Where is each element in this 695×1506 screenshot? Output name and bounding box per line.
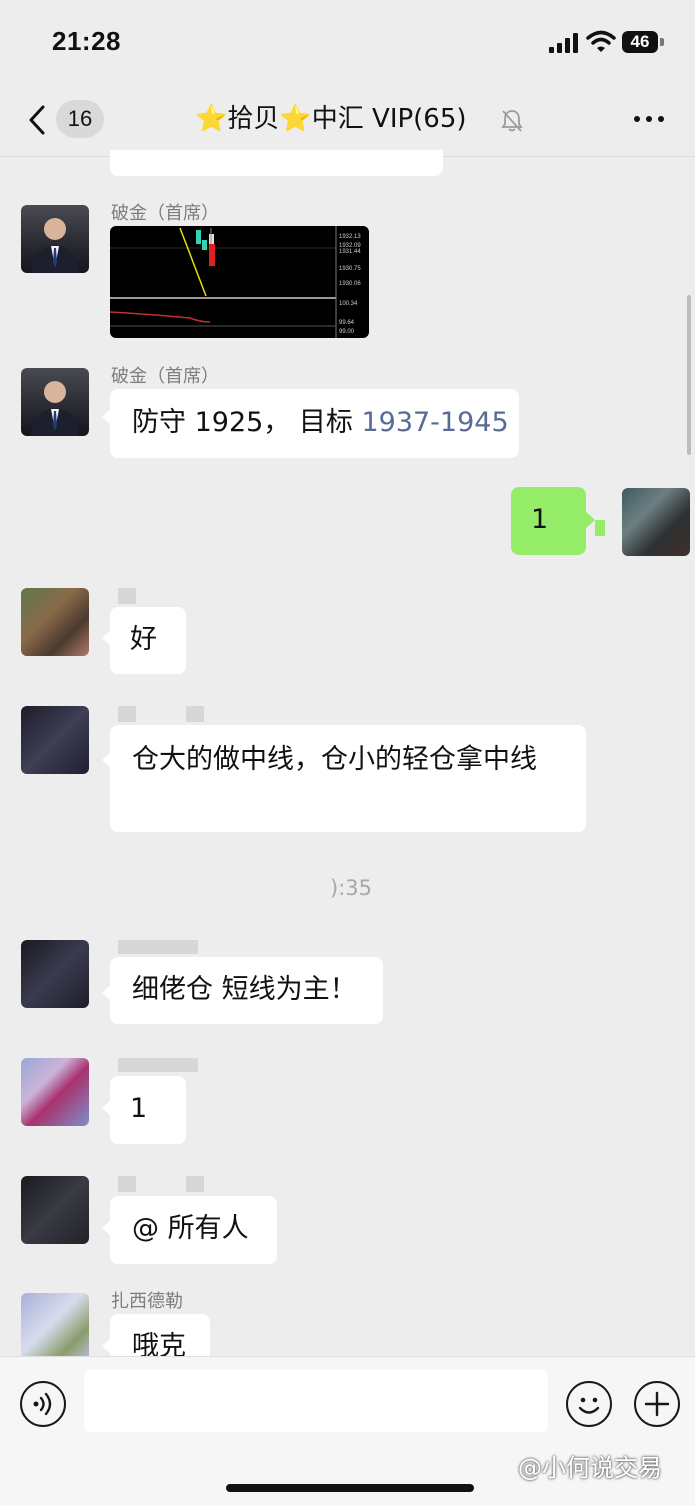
message-bubble[interactable]: @ 所有人 bbox=[110, 1196, 277, 1264]
avatar-member[interactable] bbox=[21, 1176, 89, 1244]
sender-name-blurred bbox=[118, 1176, 136, 1192]
avatar-self[interactable] bbox=[622, 488, 690, 556]
wifi-icon bbox=[586, 30, 616, 52]
bubble-tail bbox=[586, 512, 595, 528]
chat-title-part1: 拾贝 bbox=[227, 104, 280, 134]
chart-price-label: 100.34 bbox=[339, 301, 358, 307]
sender-name-blurred bbox=[186, 1176, 204, 1192]
plus-icon bbox=[644, 1391, 670, 1417]
person-silhouette-icon bbox=[31, 218, 79, 273]
sender-name-blurred bbox=[118, 706, 136, 722]
message-bubble-self[interactable]: 1 bbox=[511, 487, 586, 555]
sender-name-blurred bbox=[186, 706, 204, 722]
message-link-text[interactable]: 1937-1945 bbox=[361, 407, 508, 438]
chat-title: ⭐拾贝⭐中汇 VIP(65) bbox=[195, 100, 467, 138]
avatar-member[interactable] bbox=[21, 588, 89, 656]
watermark: @小何说交易 bbox=[518, 1454, 662, 1482]
cellular-signal-icon bbox=[549, 33, 581, 53]
avatar-member[interactable] bbox=[21, 1058, 89, 1126]
emoji-button[interactable] bbox=[566, 1381, 612, 1427]
person-silhouette-icon bbox=[31, 381, 79, 436]
sender-name: 破金（首席） bbox=[111, 366, 219, 387]
avatar-zhaxidele[interactable] bbox=[21, 1293, 89, 1361]
chat-title-part2: 中汇 VIP(65) bbox=[311, 104, 467, 134]
chart-price-label: 1930.75 bbox=[339, 266, 361, 272]
avatar-member[interactable] bbox=[21, 940, 89, 1008]
message-bubble[interactable]: 防守 1925， 目标 1937-1945 bbox=[110, 389, 519, 458]
message-text: 好 bbox=[130, 624, 157, 655]
chart-price-label: 1930.06 bbox=[339, 281, 361, 287]
battery-tip bbox=[660, 38, 664, 46]
blank-gap bbox=[595, 520, 605, 536]
scrollbar[interactable] bbox=[687, 295, 691, 455]
sender-name-blurred bbox=[118, 1058, 198, 1072]
smiley-icon bbox=[578, 1397, 600, 1414]
avatar-pojin[interactable] bbox=[21, 205, 89, 273]
status-time: 21:28 bbox=[52, 26, 121, 56]
avatar-pojin[interactable] bbox=[21, 368, 89, 436]
message-input[interactable] bbox=[84, 1370, 548, 1432]
chart-price-label: 1932.13 bbox=[339, 234, 361, 240]
partial-message-bubble bbox=[110, 150, 443, 176]
star-icon: ⭐ bbox=[279, 104, 312, 134]
message-text: 1 bbox=[130, 1093, 148, 1124]
message-text: @ 所有人 bbox=[132, 1213, 249, 1244]
battery-icon: 46 bbox=[622, 31, 658, 53]
mute-bell-icon bbox=[501, 110, 523, 132]
message-bubble[interactable]: 仓大的做中线，仓小的轻仓拿中线 bbox=[110, 725, 586, 832]
star-icon: ⭐ bbox=[195, 104, 228, 134]
chart-image-message[interactable]: 1932.13 1932.09 1931.44 1930.75 1930.06 … bbox=[110, 226, 369, 338]
message-bubble[interactable]: 细佬仓 短线为主！ bbox=[110, 957, 383, 1024]
sender-name-blurred bbox=[118, 940, 198, 954]
message-bubble[interactable]: 好 bbox=[110, 607, 186, 674]
message-text: 1 bbox=[531, 504, 549, 535]
sender-name-blurred bbox=[118, 588, 136, 604]
chart-price-label: 1931.44 bbox=[339, 249, 361, 255]
sender-name: 破金（首席） bbox=[111, 203, 219, 224]
avatar-member[interactable] bbox=[21, 706, 89, 774]
voice-icon bbox=[33, 1392, 52, 1416]
chart-price-label: 99.64 bbox=[339, 320, 355, 326]
message-text: 仓大的做中线，仓小的轻仓拿中线 bbox=[132, 744, 537, 775]
sender-name: 扎西德勒 bbox=[111, 1291, 183, 1312]
back-icon[interactable] bbox=[26, 104, 48, 136]
message-text: 防守 1925， 目标 bbox=[132, 407, 362, 438]
voice-input-button[interactable] bbox=[20, 1381, 66, 1427]
message-bubble[interactable]: 1 bbox=[110, 1076, 186, 1144]
more-functions-button[interactable] bbox=[634, 1381, 680, 1427]
unread-count-badge[interactable]: 16 bbox=[56, 100, 104, 138]
chart-price-label: 99.00 bbox=[339, 329, 355, 335]
home-indicator[interactable] bbox=[226, 1484, 474, 1492]
message-text: 细佬仓 短线为主！ bbox=[132, 974, 357, 1005]
more-options-icon[interactable] bbox=[632, 112, 666, 126]
timestamp: ):35 bbox=[330, 876, 372, 900]
